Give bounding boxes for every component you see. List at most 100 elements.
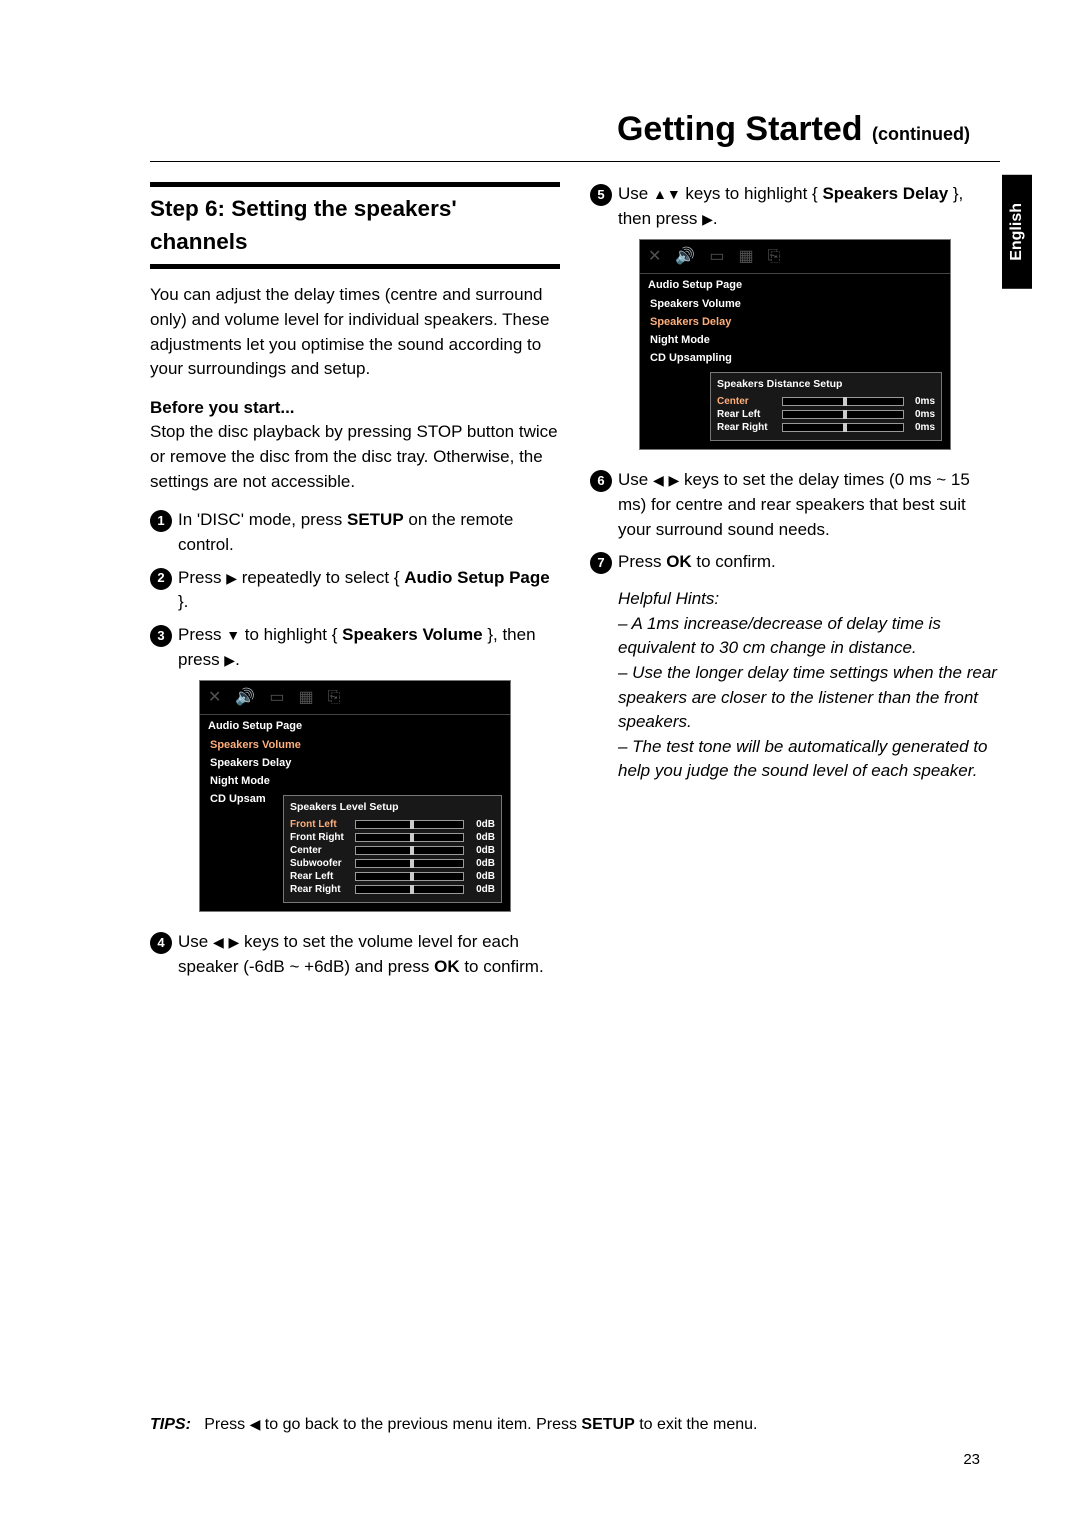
page-heading: Getting Started (continued) [150,110,1000,162]
slider-icon [782,423,904,432]
exit-icon: ⎘ [328,686,341,709]
osd1-row-1: Front Right0dB [290,831,495,844]
content-columns: Step 6: Setting the speakers' channels Y… [150,182,1000,988]
heading-main: Getting Started [617,110,863,148]
before-text: Stop the disc playback by pressing STOP … [150,422,558,490]
heading-continued: (continued) [872,124,970,144]
step-4-text: Use ◀ ▶ keys to set the volume level for… [178,930,560,979]
speaker-icon: 🔊 [235,686,255,709]
osd2-item-3: CD Upsampling [640,350,950,368]
slider-icon [782,410,904,419]
page-number: 23 [963,1451,980,1468]
slider-icon [355,872,464,881]
grid-icon: ▦ [298,686,313,709]
osd1-row-4: Rear Left0dB [290,870,495,883]
left-arrow-icon: ◀ [250,1416,261,1432]
left-arrow-icon: ◀ [653,472,664,488]
tool-icon: ✕ [648,245,661,268]
step-4: 4 Use ◀ ▶ keys to set the volume level f… [150,930,560,979]
up-arrow-icon: ▲ [653,186,667,202]
step-2: 2 Press ▶ repeatedly to select { Audio S… [150,566,560,615]
osd2-item-1: Speakers Delay [640,314,950,332]
osd1-row-3: Subwoofer0dB [290,857,495,870]
tips-label: TIPS: [150,1416,191,1433]
step-badge-1: 1 [150,510,172,532]
osd-speakers-delay: ✕ 🔊 ▭ ▦ ⎘ Audio Setup Page Speakers Volu… [639,239,951,450]
down-arrow-icon: ▼ [667,186,681,202]
helpful-hints: Helpful Hints: – A 1ms increase/decrease… [590,587,1000,784]
step-1: 1 In 'DISC' mode, press SETUP on the rem… [150,508,560,557]
osd2-panel-title: Speakers Distance Setup [717,377,935,392]
speaker-icon: 🔊 [675,245,695,268]
step-2-text: Press ▶ repeatedly to select { Audio Set… [178,566,560,615]
osd1-item-3: CD Upsam [200,791,283,809]
osd2-row-1: Rear Left0ms [717,408,935,421]
osd-tab-icons: ✕ 🔊 ▭ ▦ ⎘ [200,681,510,715]
step-badge-2: 2 [150,568,172,590]
step-5: 5 Use ▲▼ keys to highlight { Speakers De… [590,182,1000,231]
osd1-item-2: Night Mode [200,773,510,791]
section-title-bar: Step 6: Setting the speakers' channels [150,182,560,269]
slider-icon [355,833,464,842]
step-7-text: Press OK to confirm. [618,550,1000,575]
video-icon: ▭ [709,245,724,268]
right-arrow-icon: ▶ [226,570,237,586]
right-arrow-icon: ▶ [228,934,239,950]
osd1-row-5: Rear Right0dB [290,883,495,896]
osd1-item-0: Speakers Volume [200,737,510,755]
intro-paragraph: You can adjust the delay times (centre a… [150,283,560,382]
step-5-text: Use ▲▼ keys to highlight { Speakers Dela… [618,182,1000,231]
hints-label: Helpful Hints: [618,587,1000,612]
osd2-title: Audio Setup Page [640,274,950,296]
osd1-row-2: Center0dB [290,844,495,857]
osd2-item-2: Night Mode [640,332,950,350]
step-badge-5: 5 [590,184,612,206]
hint-2: – Use the longer delay time settings whe… [618,661,1000,735]
slider-icon [782,397,904,406]
osd1-item-1: Speakers Delay [200,755,510,773]
grid-icon: ▦ [738,245,753,268]
down-arrow-icon: ▼ [226,627,240,643]
step-badge-4: 4 [150,932,172,954]
before-label: Before you start... [150,398,295,417]
step-6-text: Use ◀ ▶ keys to set the delay times (0 m… [618,468,1000,542]
right-column: 5 Use ▲▼ keys to highlight { Speakers De… [590,182,1000,988]
tool-icon: ✕ [208,686,221,709]
before-paragraph: Before you start... Stop the disc playba… [150,396,560,495]
osd2-panel: Speakers Distance Setup Center0ms Rear L… [710,372,942,441]
right-arrow-icon: ▶ [702,211,713,227]
osd1-panel-title: Speakers Level Setup [290,800,495,815]
step-6: 6 Use ◀ ▶ keys to set the delay times (0… [590,468,1000,542]
hint-3: – The test tone will be automatically ge… [618,735,1000,784]
slider-icon [355,820,464,829]
right-arrow-icon: ▶ [224,652,235,668]
left-arrow-icon: ◀ [213,934,224,950]
tips-footer: TIPS: Press ◀ to go back to the previous… [150,1416,970,1434]
osd1-panel: Speakers Level Setup Front Left0dB Front… [283,795,502,903]
hint-1: – A 1ms increase/decrease of delay time … [618,612,1000,661]
left-column: Step 6: Setting the speakers' channels Y… [150,182,560,988]
osd1-row-0: Front Left0dB [290,818,495,831]
right-arrow-icon: ▶ [668,472,679,488]
step-7: 7 Press OK to confirm. [590,550,1000,575]
slider-icon [355,885,464,894]
section-title: Step 6: Setting the speakers' channels [150,187,560,264]
step-badge-3: 3 [150,625,172,647]
osd-tab-icons: ✕ 🔊 ▭ ▦ ⎘ [640,240,950,274]
step-3-text: Press ▼ to highlight { Speakers Volume }… [178,623,560,672]
osd2-row-0: Center0ms [717,395,935,408]
manual-page: Getting Started (continued) English Step… [0,0,1080,1524]
exit-icon: ⎘ [768,245,781,268]
step-badge-7: 7 [590,552,612,574]
language-tab: English [1002,175,1032,289]
step-1-text: In 'DISC' mode, press SETUP on the remot… [178,508,560,557]
slider-icon [355,846,464,855]
osd2-item-0: Speakers Volume [640,296,950,314]
slider-icon [355,859,464,868]
osd-speakers-volume: ✕ 🔊 ▭ ▦ ⎘ Audio Setup Page Speakers Volu… [199,680,511,912]
osd1-title: Audio Setup Page [200,715,510,737]
osd2-row-2: Rear Right0ms [717,421,935,434]
video-icon: ▭ [269,686,284,709]
step-3: 3 Press ▼ to highlight { Speakers Volume… [150,623,560,672]
step-badge-6: 6 [590,470,612,492]
